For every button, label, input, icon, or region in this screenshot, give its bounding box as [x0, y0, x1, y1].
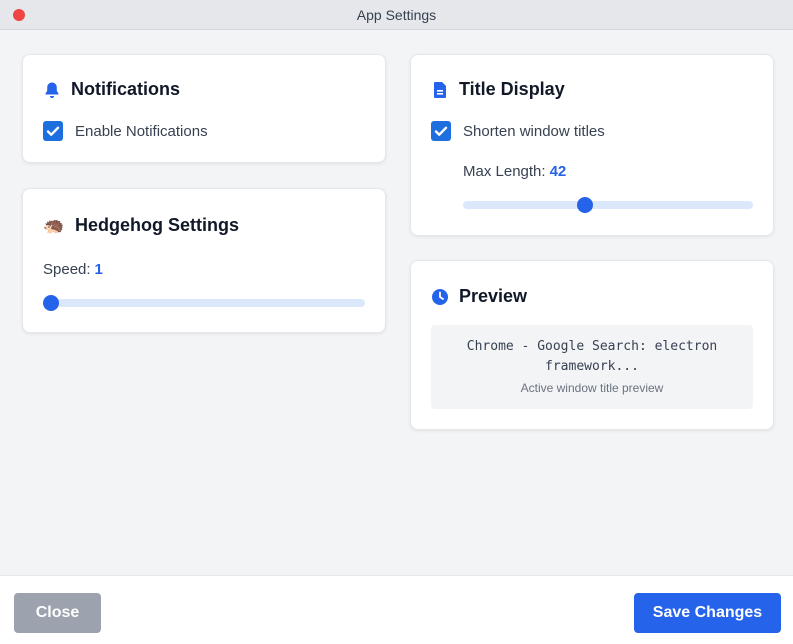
- max-length-value: 42: [549, 163, 567, 180]
- shorten-titles-row[interactable]: Shorten window titles: [431, 121, 605, 141]
- preview-title: Preview: [459, 286, 528, 306]
- title-bar: App Settings: [0, 0, 793, 30]
- speed-value: 1: [94, 261, 103, 278]
- clock-icon: [431, 287, 449, 307]
- footer-bar: Close Save Changes: [0, 575, 793, 644]
- notifications-header: Notifications: [43, 79, 180, 100]
- checkmark-icon: [434, 126, 448, 136]
- hedgehog-title: Hedgehog Settings: [75, 215, 240, 235]
- checkmark-icon: [46, 126, 60, 136]
- preview-caption: Active window title preview: [520, 381, 664, 395]
- speed-label-row: Speed: 1: [43, 261, 103, 278]
- preview-box: Chrome - Google Search: electron framewo…: [431, 325, 753, 409]
- speed-label: Speed:: [43, 261, 91, 278]
- hedgehog-header: 🦔 Hedgehog Settings: [43, 215, 239, 236]
- notifications-title: Notifications: [71, 79, 181, 99]
- hedgehog-icon: 🦔: [43, 215, 65, 235]
- title-display-title: Title Display: [459, 79, 565, 99]
- title-display-header: Title Display: [431, 79, 565, 100]
- save-changes-button[interactable]: Save Changes: [634, 593, 781, 633]
- close-button[interactable]: Close: [14, 593, 101, 633]
- max-length-slider-thumb[interactable]: [576, 197, 593, 213]
- shorten-titles-checkbox[interactable]: [431, 121, 451, 141]
- max-length-label-row: Max Length: 42: [463, 163, 566, 180]
- enable-notifications-label: Enable Notifications: [75, 122, 208, 140]
- close-window-dot[interactable]: [13, 9, 25, 21]
- speed-slider-thumb[interactable]: [43, 295, 59, 311]
- speed-slider[interactable]: [43, 295, 365, 311]
- bell-icon: [43, 80, 61, 100]
- shorten-titles-label: Shorten window titles: [463, 122, 605, 140]
- enable-notifications-checkbox[interactable]: [43, 121, 63, 141]
- preview-text: Chrome - Google Search: electron framewo…: [466, 339, 718, 374]
- max-length-label: Max Length:: [463, 163, 546, 180]
- enable-notifications-row[interactable]: Enable Notifications: [43, 121, 208, 141]
- window-title: App Settings: [356, 6, 437, 23]
- document-icon: [431, 80, 449, 100]
- max-length-slider[interactable]: [463, 197, 753, 213]
- notifications-card: Notifications Enable Notifications: [22, 54, 386, 163]
- hedgehog-card: 🦔 Hedgehog Settings Speed: 1: [22, 188, 386, 333]
- preview-card: Preview Chrome - Google Search: electron…: [410, 260, 774, 430]
- title-display-card: Title Display Shorten window titles Max …: [410, 54, 774, 236]
- preview-header: Preview: [431, 286, 527, 307]
